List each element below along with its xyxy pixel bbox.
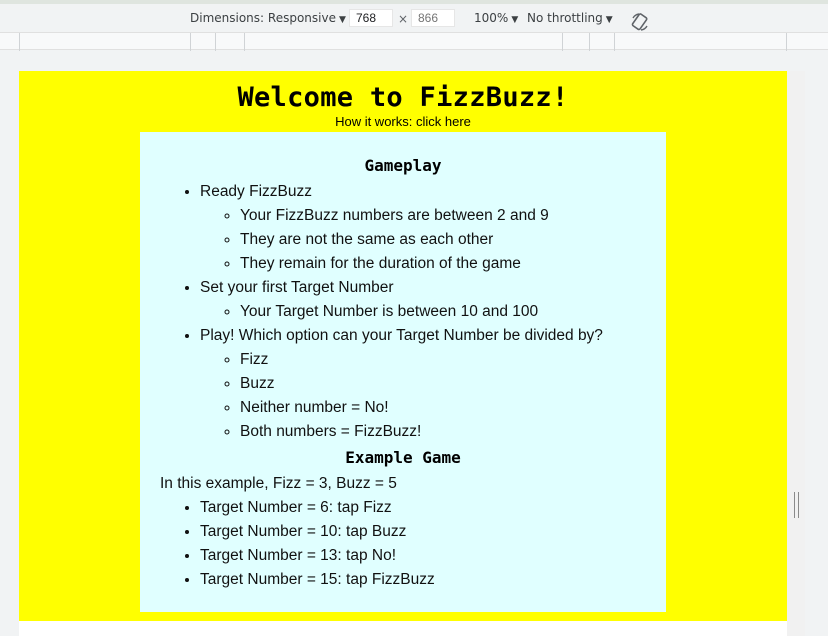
media-query-ruler <box>0 32 828 51</box>
gameplay-substep: Your FizzBuzz numbers are between 2 and … <box>240 204 666 228</box>
times-symbol: × <box>398 12 409 26</box>
ruler-tick <box>614 33 615 51</box>
throttling-dropdown[interactable]: No throttling ▼ <box>527 11 613 25</box>
example-item: Target Number = 13: tap No! <box>200 544 666 568</box>
gameplay-step-label: Play! Which option can your Target Numbe… <box>200 327 603 344</box>
gameplay-list: Ready FizzBuzz Your FizzBuzz numbers are… <box>200 180 666 444</box>
example-item: Target Number = 10: tap Buzz <box>200 520 666 544</box>
gameplay-substep: Both numbers = FizzBuzz! <box>240 420 666 444</box>
example-list: Target Number = 6: tap Fizz Target Numbe… <box>200 496 666 592</box>
gameplay-heading: Gameplay <box>364 156 442 175</box>
ruler-tick <box>190 33 191 51</box>
gameplay-step-label: Ready FizzBuzz <box>200 183 312 200</box>
resize-handle[interactable] <box>794 492 800 518</box>
ruler-tick <box>19 33 20 51</box>
dimensions-dropdown[interactable]: Dimensions: Responsive ▼ <box>190 11 346 25</box>
gameplay-step-label: Set your first Target Number <box>200 279 394 296</box>
instructions-panel: Gameplay Ready FizzBuzz Your FizzBuzz nu… <box>140 132 666 612</box>
viewport-scrollbar[interactable] <box>787 71 805 636</box>
zoom-label: 100% <box>474 11 509 25</box>
fizzbuzz-page: Welcome to FizzBuzz! How it works: click… <box>19 71 787 621</box>
gameplay-substep: They are not the same as each other <box>240 228 666 252</box>
gameplay-substeps: Your Target Number is between 10 and 100 <box>240 300 666 324</box>
page-title: Welcome to FizzBuzz! <box>237 82 569 113</box>
zoom-dropdown[interactable]: 100% ▼ <box>474 11 518 25</box>
ruler-tick <box>589 33 590 51</box>
gameplay-step: Ready FizzBuzz Your FizzBuzz numbers are… <box>200 180 666 276</box>
gameplay-substep: Neither number = No! <box>240 396 666 420</box>
example-intro: In this example, Fizz = 3, Buzz = 5 <box>160 475 397 492</box>
gameplay-substeps: Your FizzBuzz numbers are between 2 and … <box>240 204 666 276</box>
caret-down-icon: ▼ <box>605 15 613 25</box>
resize-grip-line <box>794 492 795 518</box>
gameplay-substep: They remain for the duration of the game <box>240 252 666 276</box>
caret-down-icon: ▼ <box>338 15 346 25</box>
caret-down-icon: ▼ <box>511 15 519 25</box>
gameplay-step: Set your first Target Number Your Target… <box>200 276 666 324</box>
gameplay-substeps: Fizz Buzz Neither number = No! Both numb… <box>240 348 666 444</box>
example-heading: Example Game <box>345 448 461 467</box>
example-item: Target Number = 6: tap Fizz <box>200 496 666 520</box>
ruler-tick <box>562 33 563 51</box>
device-toolbar: Dimensions: Responsive▼ × 100%▼ No throt… <box>0 4 828 32</box>
rotate-icon[interactable] <box>630 12 650 32</box>
gameplay-step: Play! Which option can your Target Numbe… <box>200 324 666 444</box>
example-item: Target Number = 15: tap FizzBuzz <box>200 568 666 592</box>
how-it-works-link[interactable]: click here <box>416 114 471 129</box>
gameplay-substep: Buzz <box>240 372 666 396</box>
ruler-tick <box>244 33 245 51</box>
resize-grip-line <box>798 492 799 518</box>
throttling-label: No throttling <box>527 11 603 25</box>
width-input[interactable] <box>349 9 393 27</box>
ruler-tick <box>786 33 787 51</box>
how-it-works: How it works: click here <box>19 114 787 129</box>
how-it-works-prefix: How it works: <box>335 114 416 129</box>
dimensions-label: Dimensions: Responsive <box>190 11 336 25</box>
gameplay-substep: Your Target Number is between 10 and 100 <box>240 300 666 324</box>
height-input[interactable] <box>411 9 455 27</box>
ruler-tick <box>215 33 216 51</box>
gameplay-substep: Fizz <box>240 348 666 372</box>
